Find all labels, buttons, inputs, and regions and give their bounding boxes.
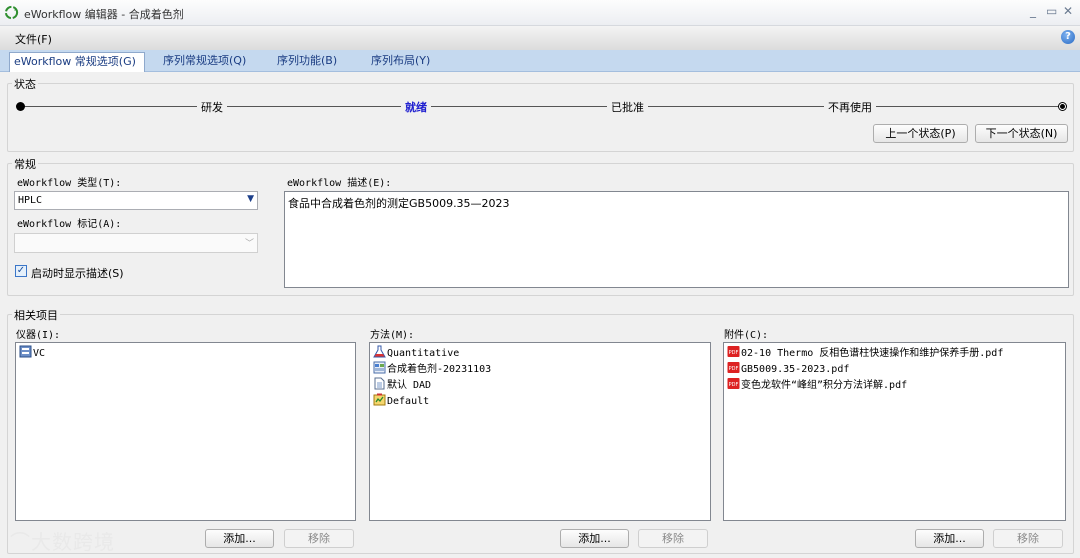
menu-bar: 文件(F) ? [0, 26, 1080, 50]
stage-development: 研发 [197, 99, 227, 115]
list-item[interactable]: Default [373, 393, 429, 409]
list-item[interactable]: 合成着色剂-20231103 [373, 361, 491, 377]
remove-instrument-button[interactable]: 移除 [284, 529, 354, 548]
show-description-label: 启动时显示描述(S) [31, 267, 124, 280]
tab-eworkflow-general[interactable]: eWorkflow 常规选项(G) [9, 52, 145, 72]
pdf-icon: PDF [727, 378, 740, 389]
description-label: eWorkflow 描述(E): [287, 178, 392, 189]
general-group-title: 常规 [12, 156, 38, 172]
add-method-button[interactable]: 添加... [560, 529, 629, 548]
type-select-value: HPLC [18, 195, 43, 206]
svg-text:PDF: PDF [729, 366, 739, 372]
instrument-icon [19, 345, 32, 358]
list-item[interactable]: 默认 DAD [373, 377, 431, 393]
list-item[interactable]: PDF 02-10 Thermo 反相色谱柱快速操作和维护保养手册.pdf [727, 345, 1003, 361]
eworkflow-logo-icon [4, 5, 19, 20]
stage-ready: 就绪 [401, 99, 431, 115]
list-item[interactable]: VC [19, 345, 45, 361]
status-group-title: 状态 [12, 76, 38, 92]
svg-text:PDF: PDF [729, 350, 739, 356]
remove-attachment-button[interactable]: 移除 [993, 529, 1063, 548]
tag-label: eWorkflow 标记(A): [17, 219, 122, 230]
pdf-icon: PDF [727, 346, 740, 357]
instruments-list[interactable]: VC [15, 342, 356, 521]
pdf-icon: PDF [727, 362, 740, 373]
list-item[interactable]: Quantitative [373, 345, 459, 361]
flask-icon [373, 345, 386, 358]
maximize-button[interactable]: ▭ [1046, 4, 1057, 18]
method-icon [373, 361, 386, 374]
stage-approved: 已批准 [607, 99, 648, 115]
window-title: eWorkflow 编辑器 - 合成着色剂 [24, 8, 184, 21]
list-item[interactable]: PDF GB5009.35-2023.pdf [727, 361, 849, 377]
tab-sequence-general[interactable]: 序列常规选项(Q) [159, 52, 250, 72]
add-instrument-button[interactable]: 添加... [205, 529, 274, 548]
methods-label: 方法(M): [370, 330, 415, 341]
list-item[interactable]: PDF 变色龙软件“峰组”积分方法详解.pdf [727, 377, 907, 393]
previous-status-button[interactable]: 上一个状态(P) [873, 124, 968, 143]
document-icon [374, 377, 385, 390]
timeline-end-dot [1058, 102, 1067, 111]
methods-list[interactable]: Quantitative 合成着色剂-20231103 默认 DAD Defau… [369, 342, 711, 521]
tab-bar: eWorkflow 常规选项(G) 序列常规选项(Q) 序列功能(B) 序列布局… [0, 50, 1080, 72]
description-textarea[interactable]: 食品中合成着色剂的测定GB5009.35—2023 [284, 191, 1069, 288]
next-status-button[interactable]: 下一个状态(N) [975, 124, 1068, 143]
svg-text:PDF: PDF [729, 382, 739, 388]
timeline-start-dot [16, 102, 25, 111]
tag-select[interactable]: ﹀ [14, 233, 258, 253]
type-label: eWorkflow 类型(T): [17, 178, 122, 189]
related-items-title: 相关项目 [12, 307, 60, 323]
type-select[interactable]: HPLC ▼ [14, 191, 258, 210]
menu-file[interactable]: 文件(F) [15, 31, 52, 47]
minimize-button[interactable]: _ [1030, 4, 1036, 18]
attachments-list[interactable]: PDF 02-10 Thermo 反相色谱柱快速操作和维护保养手册.pdf PDF… [723, 342, 1066, 521]
status-timeline [20, 106, 1062, 107]
tab-sequence-layout[interactable]: 序列布局(Y) [367, 52, 434, 72]
watermark-text: ⌒大数跨境 [10, 530, 115, 554]
close-button[interactable]: ✕ [1063, 4, 1073, 18]
tab-sequence-functions[interactable]: 序列功能(B) [273, 52, 341, 72]
stage-retired: 不再使用 [824, 99, 876, 115]
add-attachment-button[interactable]: 添加... [915, 529, 984, 548]
title-bar: eWorkflow 编辑器 - 合成着色剂 _ ▭ ✕ [0, 0, 1080, 26]
chevron-down-icon: ▼ [247, 194, 254, 204]
remove-method-button[interactable]: 移除 [638, 529, 708, 548]
help-icon[interactable]: ? [1061, 30, 1075, 44]
report-icon [373, 393, 386, 406]
chevron-down-icon: ﹀ [244, 239, 254, 249]
show-description-checkbox[interactable]: ✓ [15, 265, 27, 277]
instruments-label: 仪器(I): [16, 330, 61, 341]
attachments-label: 附件(C): [724, 330, 769, 341]
